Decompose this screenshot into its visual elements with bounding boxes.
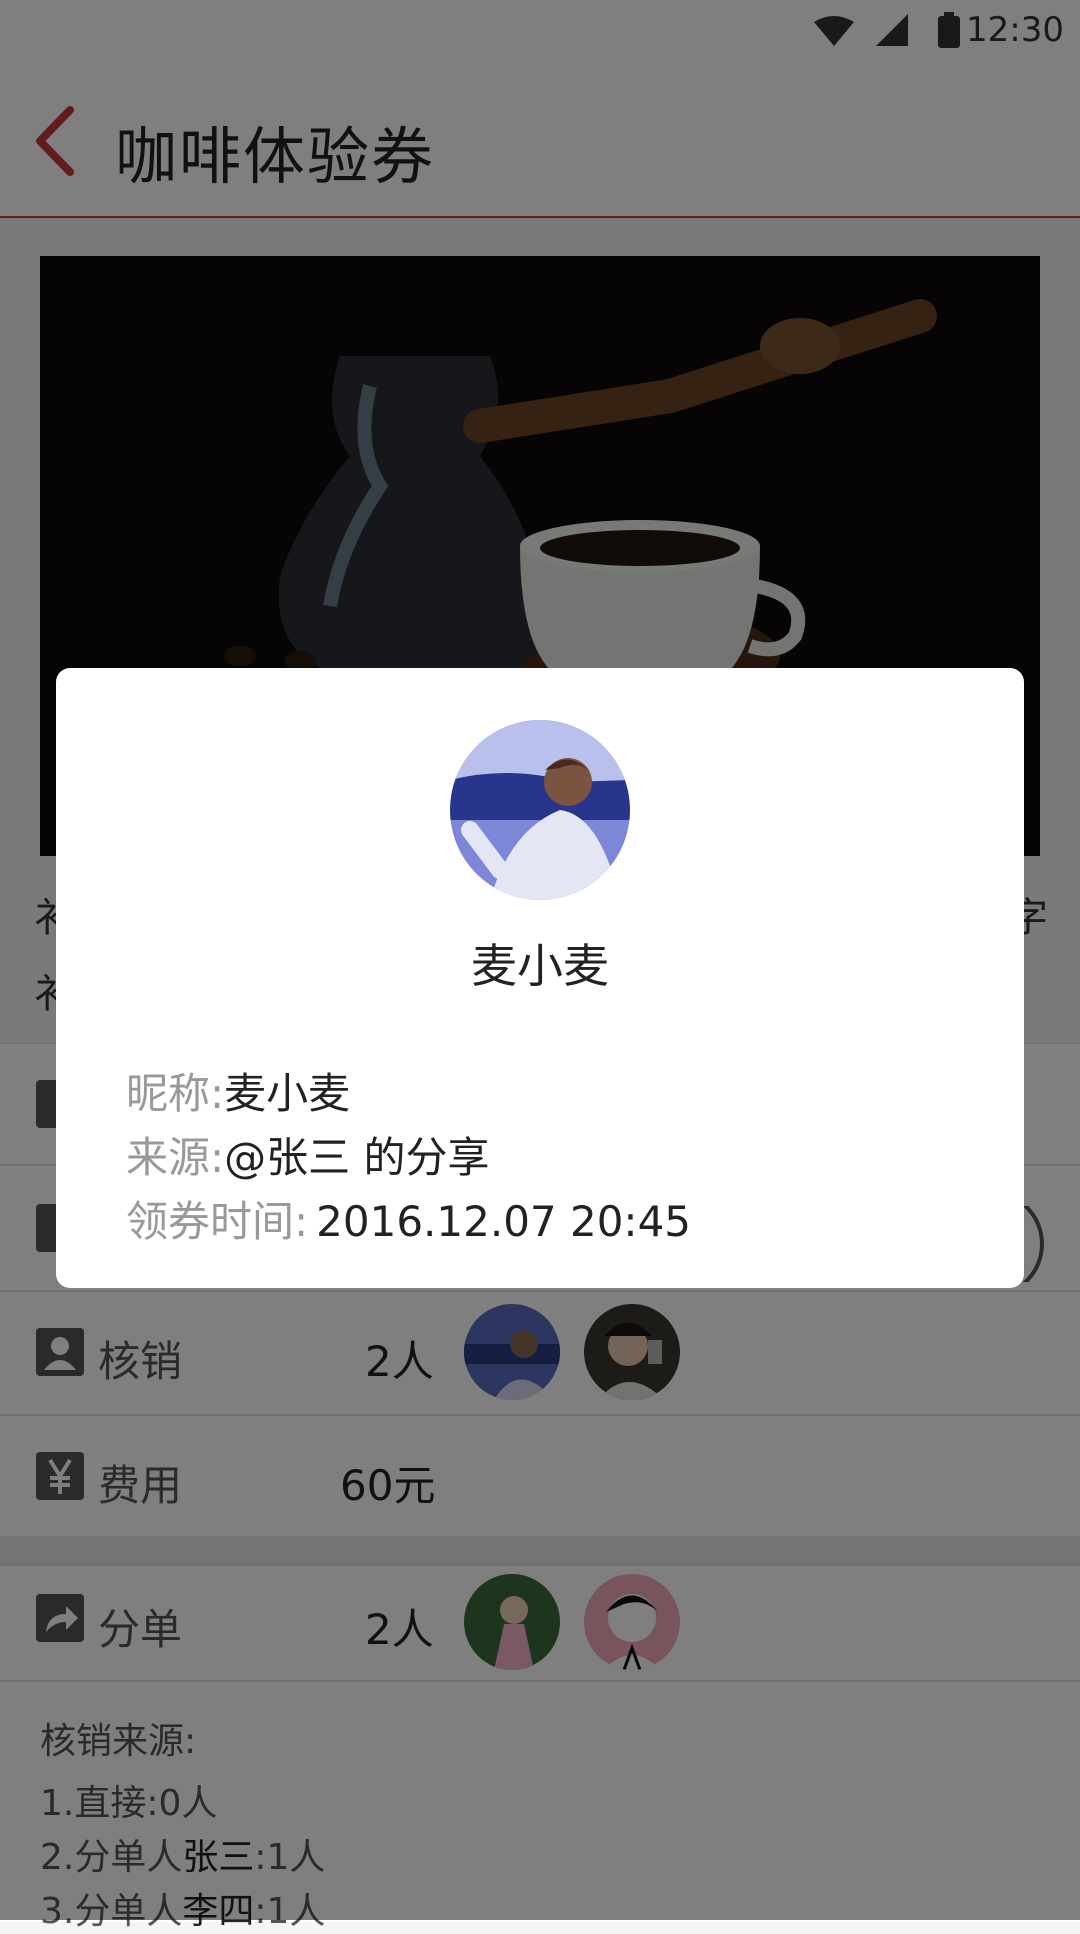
nickname-row: 昵称:麦小麦 — [126, 1060, 350, 1121]
claim-time-row: 领券时间: 2016.12.07 20:45 — [126, 1188, 691, 1249]
user-info-dialog: 麦小麦 昵称:麦小麦 来源:@张三 的分享 领券时间: 2016.12.07 20… — [56, 668, 1024, 1288]
nickname-label: 昵称: — [126, 1069, 225, 1118]
source-label: 来源: — [126, 1133, 225, 1182]
claim-time-value: 2016.12.07 20:45 — [316, 1197, 692, 1246]
source-row: 来源:@张三 的分享 — [126, 1124, 490, 1185]
claim-time-label: 领券时间: — [126, 1197, 309, 1246]
source-value: @张三 的分享 — [224, 1133, 490, 1182]
avatar — [450, 720, 630, 900]
dialog-username: 麦小麦 — [471, 939, 609, 993]
nickname-value: 麦小麦 — [224, 1069, 351, 1118]
